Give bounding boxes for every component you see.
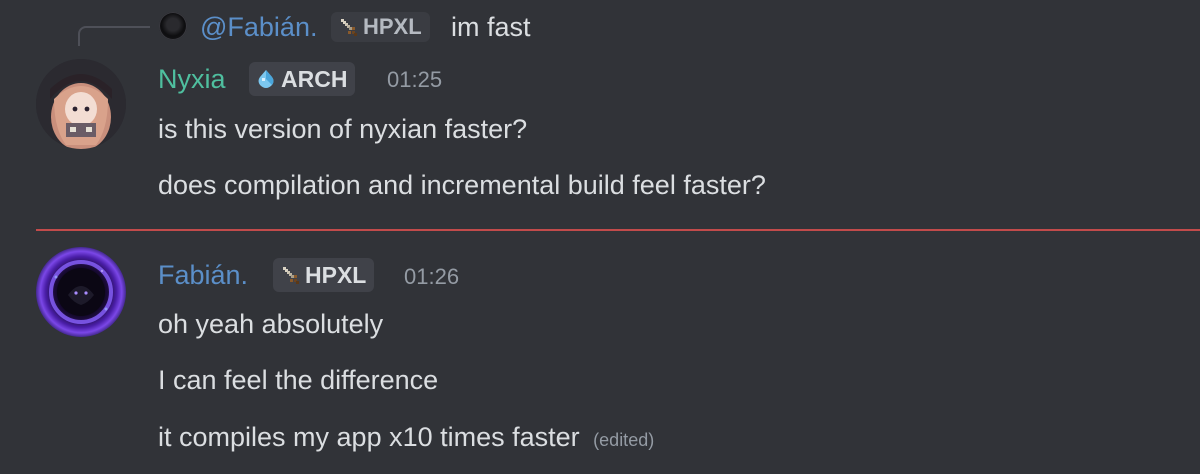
- sword-icon: [283, 267, 299, 284]
- message-timestamp[interactable]: 01:26: [404, 262, 459, 292]
- reply-message-text[interactable]: im fast: [451, 10, 531, 44]
- avatar[interactable]: [36, 59, 126, 149]
- guild-tag-label: ARCH: [281, 65, 348, 92]
- message-line[interactable]: does compilation and incremental build f…: [158, 168, 766, 202]
- fabian-avatar-image: [49, 260, 113, 324]
- reply-connector-line: [78, 26, 150, 46]
- reply-guild-tag[interactable]: HPXL: [331, 12, 430, 42]
- message-line-text: it compiles my app x10 times faster: [158, 422, 580, 452]
- guild-tag[interactable]: ARCH: [249, 62, 356, 96]
- edited-indicator: (edited): [593, 430, 655, 450]
- reply-guild-tag-label: HPXL: [363, 14, 422, 39]
- message-line[interactable]: is this version of nyxian faster?: [158, 112, 527, 146]
- avatar[interactable]: [36, 247, 126, 337]
- sword-icon: [341, 19, 357, 36]
- message-line-with-edit[interactable]: it compiles my app x10 times faster (edi…: [158, 420, 654, 457]
- message-author-name[interactable]: Nyxia: [158, 62, 226, 96]
- message-line[interactable]: I can feel the difference: [158, 363, 438, 397]
- guild-tag-label: HPXL: [305, 261, 367, 288]
- new-messages-divider: [36, 229, 1200, 231]
- guild-tag[interactable]: HPXL: [273, 258, 375, 292]
- reply-avatar[interactable]: [159, 12, 187, 40]
- message-timestamp[interactable]: 01:25: [387, 65, 442, 95]
- reply-author-mention[interactable]: @Fabián.: [200, 10, 317, 44]
- water-drop-icon: [258, 70, 274, 88]
- message-author-name[interactable]: Fabián.: [158, 258, 248, 292]
- message-line[interactable]: oh yeah absolutely: [158, 307, 383, 341]
- nyxia-avatar-image: [36, 59, 126, 149]
